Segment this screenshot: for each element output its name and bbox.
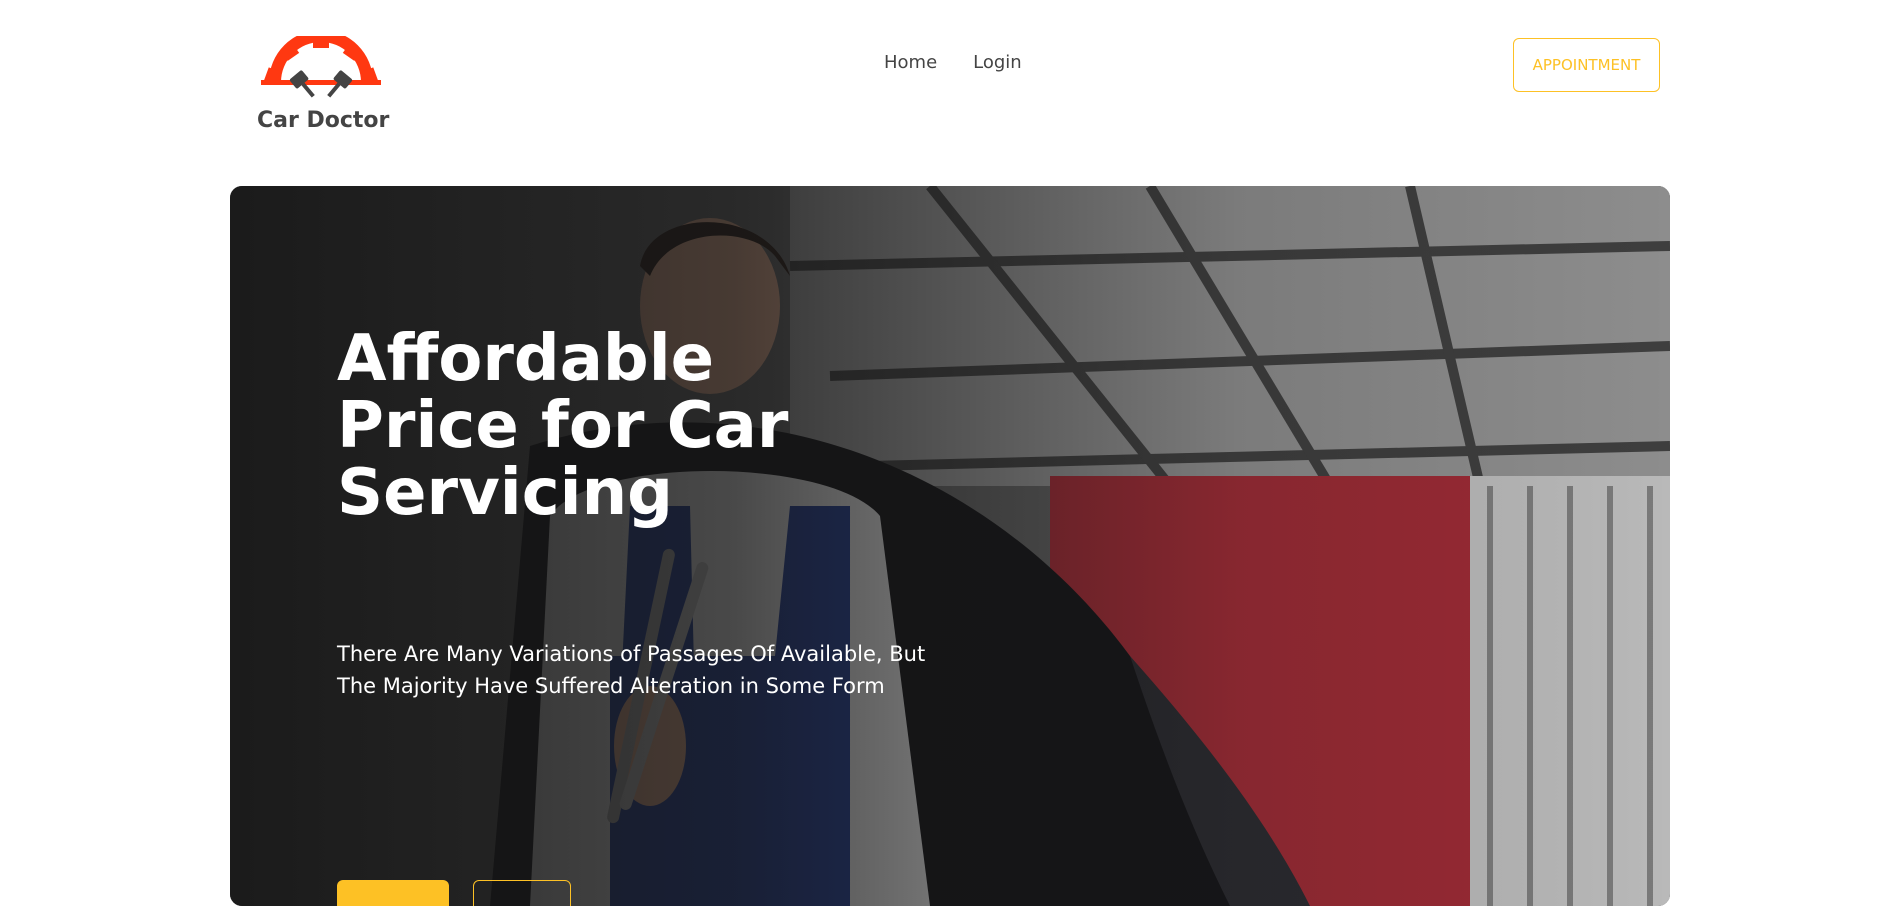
hero-secondary-button[interactable]: [473, 880, 571, 906]
hero-description: There Are Many Variations of Passages Of…: [337, 642, 926, 698]
main-nav: Home Login: [884, 52, 1022, 73]
nav-link-home[interactable]: Home: [884, 52, 937, 73]
hero-primary-button[interactable]: [337, 880, 449, 906]
hero-banner: Affordable Price for Car Servicing There…: [230, 186, 1670, 906]
brand-name: Car Doctor: [257, 108, 390, 133]
appointment-button[interactable]: APPOINTMENT: [1513, 38, 1660, 92]
hero-title: Affordable Price for Car Servicing: [337, 322, 789, 530]
hero-overlay: [230, 186, 1670, 906]
logo[interactable]: Car Doctor: [255, 36, 389, 136]
navbar: Car Doctor Home Login APPOINTMENT: [0, 0, 1892, 150]
nav-link-login[interactable]: Login: [973, 52, 1022, 73]
gear-pistons-icon: [261, 36, 381, 98]
